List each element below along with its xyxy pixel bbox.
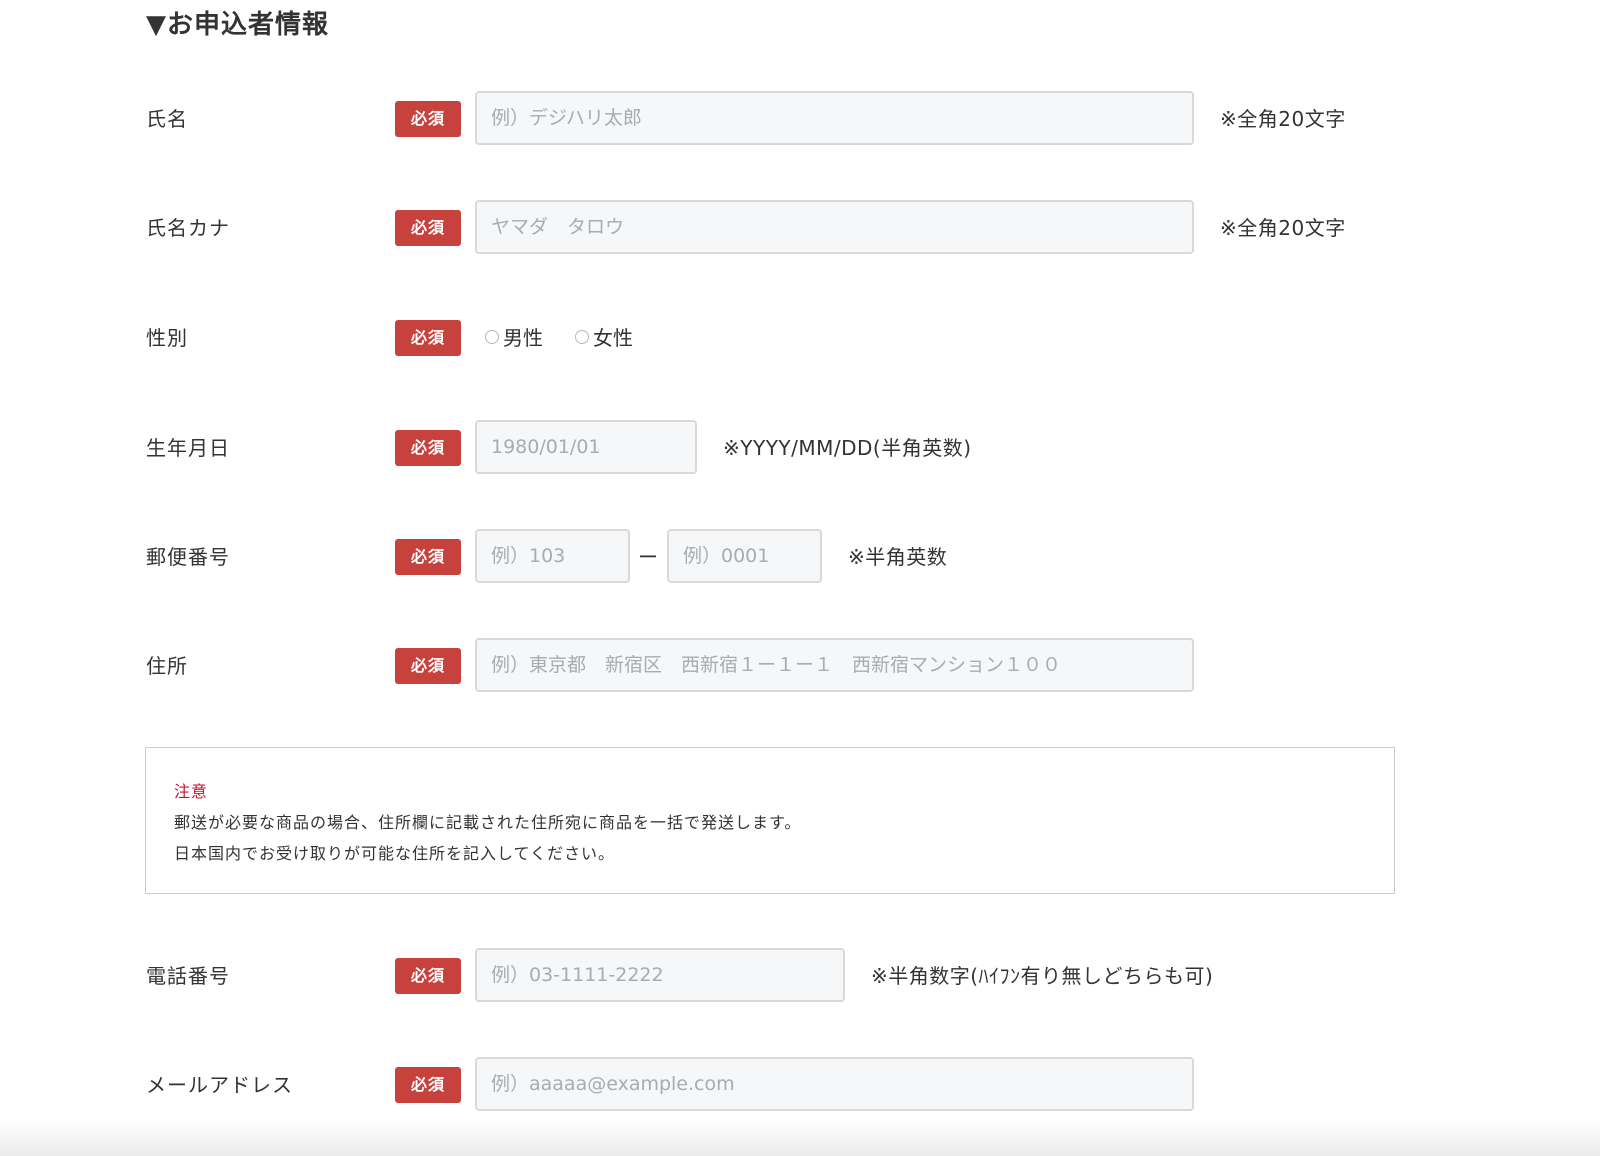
required-badge: 必須 bbox=[395, 648, 461, 684]
postal-note: ※半角英数 bbox=[848, 545, 948, 569]
name-row: 氏名 必須 ※全角20文字 bbox=[0, 91, 1600, 147]
email-row: メールアドレス 必須 bbox=[0, 1057, 1600, 1113]
name-kana-row: 氏名カナ 必須 ※全角20文字 bbox=[0, 200, 1600, 256]
name-kana-label: 氏名カナ bbox=[146, 216, 230, 240]
notice-line-domestic: 日本国内でお受け取りが可能な住所を記入してください。 bbox=[174, 844, 616, 863]
radio-button-female[interactable] bbox=[575, 329, 589, 344]
required-badge: 必須 bbox=[395, 320, 461, 356]
phone-row: 電話番号 必須 ※半角数字(ﾊｲﾌﾝ有り無しどちらも可) bbox=[0, 948, 1600, 1004]
gender-row: 性別 必須 男性 女性 bbox=[0, 310, 1600, 366]
required-badge: 必須 bbox=[395, 210, 461, 246]
required-badge: 必須 bbox=[395, 101, 461, 137]
notice-title: 注意 bbox=[174, 782, 209, 801]
birthday-input[interactable] bbox=[475, 420, 697, 474]
name-input[interactable] bbox=[475, 91, 1194, 145]
radio-button-male[interactable] bbox=[485, 329, 499, 344]
birthday-note: ※YYYY/MM/DD(半角英数) bbox=[723, 436, 972, 460]
gender-label: 性別 bbox=[146, 326, 188, 350]
gender-option-male-label: 男性 bbox=[503, 326, 543, 350]
name-kana-input[interactable] bbox=[475, 200, 1194, 254]
email-input[interactable] bbox=[475, 1057, 1194, 1111]
name-note: ※全角20文字 bbox=[1220, 107, 1346, 131]
gender-option-female[interactable]: 女性 bbox=[575, 322, 633, 351]
gender-option-female-label: 女性 bbox=[593, 326, 633, 350]
postal-label: 郵便番号 bbox=[146, 545, 230, 569]
applicant-form: ▼お申込者情報 氏名 必須 ※全角20文字 氏名カナ 必須 ※全角20文字 性別… bbox=[0, 0, 1600, 1156]
postal-first-input[interactable] bbox=[475, 529, 630, 583]
phone-input[interactable] bbox=[475, 948, 845, 1002]
gender-option-male[interactable]: 男性 bbox=[485, 322, 543, 351]
phone-note: ※半角数字(ﾊｲﾌﾝ有り無しどちらも可) bbox=[871, 964, 1214, 988]
birthday-label: 生年月日 bbox=[146, 436, 230, 460]
postal-row: 郵便番号 必須 ー ※半角英数 bbox=[0, 529, 1600, 585]
name-label: 氏名 bbox=[146, 107, 188, 131]
required-badge: 必須 bbox=[395, 958, 461, 994]
notice-box: 注意 郵送が必要な商品の場合、住所欄に記載された住所宛に商品を一括で発送します。… bbox=[145, 747, 1395, 894]
name-kana-note: ※全角20文字 bbox=[1220, 216, 1346, 240]
required-badge: 必須 bbox=[395, 430, 461, 466]
address-label: 住所 bbox=[146, 654, 188, 678]
birthday-row: 生年月日 必須 ※YYYY/MM/DD(半角英数) bbox=[0, 420, 1600, 476]
phone-label: 電話番号 bbox=[146, 964, 230, 988]
address-input[interactable] bbox=[475, 638, 1194, 692]
notice-line-shipping: 郵送が必要な商品の場合、住所欄に記載された住所宛に商品を一括で発送します。 bbox=[174, 813, 802, 832]
postal-second-input[interactable] bbox=[667, 529, 822, 583]
email-label: メールアドレス bbox=[146, 1073, 293, 1097]
required-badge: 必須 bbox=[395, 539, 461, 575]
address-row: 住所 必須 bbox=[0, 638, 1600, 694]
required-badge: 必須 bbox=[395, 1067, 461, 1103]
postal-separator: ー bbox=[638, 545, 658, 569]
gender-radio-group: 男性 女性 bbox=[485, 322, 665, 351]
section-heading: ▼お申込者情報 bbox=[146, 10, 329, 40]
bottom-fade bbox=[0, 1120, 1600, 1156]
